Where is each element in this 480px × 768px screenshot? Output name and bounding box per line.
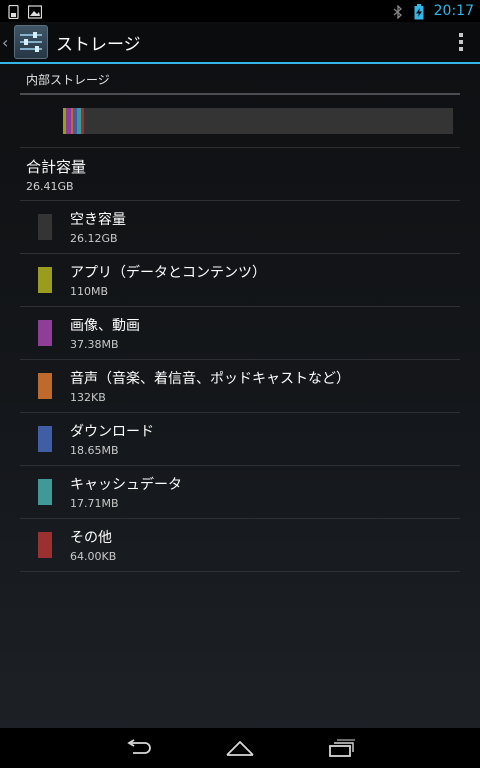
usage-bar-row [0, 95, 480, 147]
item-label: 空き容量 [70, 212, 126, 228]
color-swatch [38, 532, 52, 558]
total-capacity-value: 26.41GB [26, 180, 74, 193]
item-label: キャッシュデータ [70, 477, 182, 493]
storage-item-cached-data[interactable]: キャッシュデータ 17.71MB [0, 466, 480, 518]
divider [20, 571, 460, 572]
overflow-menu-icon[interactable] [458, 33, 464, 51]
status-time: 20:17 [433, 3, 474, 19]
action-bar: ‹ ストレージ [0, 22, 480, 64]
item-label: 画像、動画 [70, 318, 140, 334]
navigation-bar [0, 728, 480, 768]
section-header-internal-storage: 内部ストレージ [20, 69, 460, 95]
home-icon[interactable] [220, 736, 260, 760]
color-swatch [38, 214, 52, 240]
item-value: 110MB [70, 285, 109, 298]
item-label: その他 [70, 530, 112, 546]
storage-content: 内部ストレージ 合計容量 26.41GB 空き容量 26.12GB アプリ（デー… [0, 66, 480, 572]
bluetooth-icon [392, 4, 404, 20]
storage-item-audio[interactable]: 音声（音楽、着信音、ポッドキャストなど） 132KB [0, 360, 480, 412]
storage-item-pictures-videos[interactable]: 画像、動画 37.38MB [0, 307, 480, 359]
color-swatch [38, 320, 52, 346]
storage-item-misc[interactable]: その他 64.00KB [0, 519, 480, 571]
item-label: ダウンロード [70, 424, 154, 440]
storage-category-list: 空き容量 26.12GB アプリ（データとコンテンツ） 110MB 画像、動画 … [0, 201, 480, 572]
storage-item-apps[interactable]: アプリ（データとコンテンツ） 110MB [0, 254, 480, 306]
back-icon[interactable] [118, 736, 158, 760]
item-label: アプリ（データとコンテンツ） [70, 265, 266, 281]
recent-apps-icon[interactable] [322, 736, 362, 760]
usage-segment-free [84, 108, 453, 134]
item-label: 音声（音楽、着信音、ポッドキャストなど） [70, 371, 350, 387]
color-swatch [38, 373, 52, 399]
color-swatch [38, 267, 52, 293]
item-value: 17.71MB [70, 497, 119, 510]
item-value: 18.65MB [70, 444, 119, 457]
storage-usage-bar [63, 108, 453, 134]
total-capacity-row: 合計容量 26.41GB [0, 148, 480, 200]
item-value: 26.12GB [70, 232, 118, 245]
item-value: 64.00KB [70, 550, 117, 563]
phone-storage-icon [8, 4, 20, 20]
storage-item-downloads[interactable]: ダウンロード 18.65MB [0, 413, 480, 465]
total-capacity-label: 合計容量 [26, 158, 87, 176]
color-swatch [38, 479, 52, 505]
settings-sliders-icon[interactable] [14, 25, 48, 59]
image-notification-icon [27, 4, 43, 19]
color-swatch [38, 426, 52, 452]
up-caret-icon[interactable]: ‹ [2, 33, 12, 52]
page-title: ストレージ [56, 34, 141, 55]
storage-item-free[interactable]: 空き容量 26.12GB [0, 201, 480, 253]
item-value: 37.38MB [70, 338, 119, 351]
item-value: 132KB [70, 391, 106, 404]
status-bar: 20:17 [0, 0, 480, 22]
battery-charging-icon [414, 4, 424, 20]
